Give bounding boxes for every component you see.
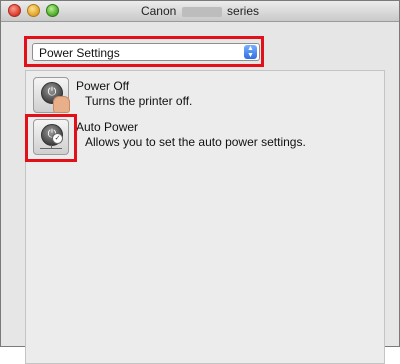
power-off-hand-icon[interactable] bbox=[33, 77, 70, 113]
window-content: Power Settings ▲▼ Power Off Turns the pr… bbox=[1, 22, 399, 364]
selector-highlight-box bbox=[24, 36, 264, 67]
auto-power-highlight-box bbox=[25, 114, 77, 162]
app-window: Canon series Power Settings ▲▼ Power Off… bbox=[0, 0, 400, 364]
auto-power-description: Allows you to set the auto power setting… bbox=[85, 135, 306, 149]
window-title-suffix: series bbox=[227, 4, 260, 18]
window-title-prefix: Canon bbox=[140, 4, 177, 18]
auto-power-title: Auto Power bbox=[76, 120, 139, 134]
redacted-model-name bbox=[181, 6, 222, 17]
power-off-title: Power Off bbox=[76, 79, 130, 93]
hand-icon bbox=[53, 96, 70, 113]
title-bar: Canon series bbox=[1, 1, 399, 22]
window-title: Canon series bbox=[1, 4, 399, 18]
settings-panel bbox=[25, 70, 385, 364]
power-off-description: Turns the printer off. bbox=[85, 94, 193, 108]
